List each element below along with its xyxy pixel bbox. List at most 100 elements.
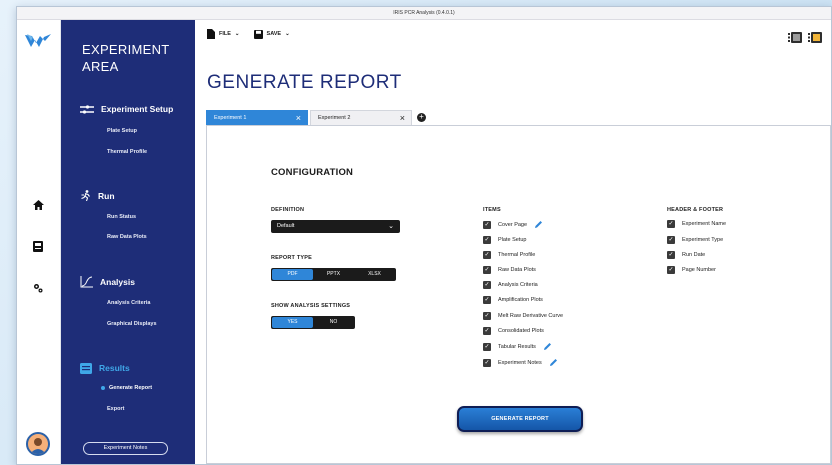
- app-logo-icon: [25, 34, 51, 47]
- toolbar: FILE ⌄ SAVE ⌄: [207, 29, 290, 39]
- plate-highlight-icon[interactable]: [808, 31, 823, 44]
- item-label: Melt Raw Derivative Curve: [498, 313, 564, 319]
- sidebar-section-label: Results: [99, 363, 130, 373]
- home-icon[interactable]: [30, 197, 46, 213]
- checkbox-checked[interactable]: ✓: [667, 220, 675, 228]
- item-label: Amplification Plots: [498, 297, 543, 303]
- sidebar-item-plate-setup[interactable]: Plate Setup: [107, 128, 137, 134]
- report-type-pdf[interactable]: PDF: [272, 269, 313, 280]
- report-type-selector: PDF PPTX XLSX: [271, 268, 396, 281]
- item-label: Thermal Profile: [498, 252, 536, 258]
- sidebar-section-label: Experiment Setup: [101, 104, 174, 114]
- checkbox-checked[interactable]: ✓: [667, 266, 675, 274]
- show-settings-yes[interactable]: YES: [272, 317, 313, 328]
- report-type-xlsx[interactable]: XLSX: [354, 269, 395, 280]
- avatar[interactable]: [26, 432, 50, 456]
- checkbox-checked[interactable]: ✓: [483, 327, 491, 335]
- sidebar-item-analysis-criteria[interactable]: Analysis Criteria: [107, 300, 150, 306]
- plate-view-icon[interactable]: [788, 31, 803, 44]
- item-tabular-results[interactable]: ✓ Tabular Results: [483, 342, 552, 351]
- add-tab-icon[interactable]: +: [417, 113, 426, 122]
- tab-experiment-1[interactable]: Experiment 1 ×: [206, 110, 308, 125]
- item-melt-raw-derivative-curve[interactable]: ✓ Melt Raw Derivative Curve: [483, 312, 563, 320]
- header-footer-label: HEADER & FOOTER: [667, 207, 724, 213]
- sidebar-item-export[interactable]: Export: [107, 406, 124, 412]
- checkbox-checked[interactable]: ✓: [483, 281, 491, 289]
- chevron-down-icon: ⌄: [388, 223, 394, 230]
- close-icon[interactable]: ×: [296, 111, 301, 126]
- close-icon[interactable]: ×: [400, 111, 405, 126]
- report-type-pptx[interactable]: PPTX: [313, 269, 354, 280]
- checkbox-checked[interactable]: ✓: [483, 342, 491, 351]
- run-icon: [81, 190, 90, 201]
- report-type-label: REPORT TYPE: [271, 255, 313, 261]
- pencil-icon[interactable]: [549, 358, 558, 367]
- experiment-sidebar: EXPERIMENT AREA Experiment Setup Plate S…: [61, 20, 195, 464]
- item-plate-setup[interactable]: ✓ Plate Setup: [483, 236, 526, 244]
- item-label: Tabular Results: [498, 343, 536, 350]
- tab-experiment-2[interactable]: Experiment 2 ×: [310, 110, 412, 125]
- file-menu[interactable]: FILE ⌄: [207, 29, 240, 39]
- show-analysis-settings-label: SHOW ANALYSIS SETTINGS: [271, 303, 351, 309]
- hf-experiment-type[interactable]: ✓ Experiment Type: [667, 236, 723, 244]
- item-analysis-criteria[interactable]: ✓ Analysis Criteria: [483, 281, 538, 289]
- sidebar-item-run-status[interactable]: Run Status: [107, 214, 136, 220]
- checkbox-checked[interactable]: ✓: [483, 266, 491, 274]
- sidebar-section-experiment-setup[interactable]: Experiment Setup: [80, 104, 173, 114]
- save-icon: [253, 29, 263, 39]
- item-label: Run Date: [682, 252, 706, 258]
- hf-page-number[interactable]: ✓ Page Number: [667, 266, 716, 274]
- checkbox-checked[interactable]: ✓: [483, 312, 491, 320]
- item-label: Experiment Type: [682, 237, 724, 243]
- sidebar-section-label: Analysis: [100, 277, 135, 287]
- checkbox-checked[interactable]: ✓: [483, 251, 491, 259]
- app-window: IRIS PCR Analysis (0.4.0.1) EXPERIMENT A…: [16, 6, 832, 465]
- icon-rail: [17, 20, 61, 464]
- sidebar-title: EXPERIMENT AREA: [82, 41, 170, 75]
- sidebar-item-thermal-profile[interactable]: Thermal Profile: [107, 149, 147, 155]
- checkbox-checked[interactable]: ✓: [667, 236, 675, 244]
- item-amplification-plots[interactable]: ✓ Amplification Plots: [483, 296, 543, 304]
- checkbox-checked[interactable]: ✓: [483, 358, 491, 367]
- definition-label: DEFINITION: [271, 207, 305, 213]
- checkbox-checked[interactable]: ✓: [483, 220, 491, 229]
- save-label: SAVE: [266, 31, 282, 37]
- pencil-icon[interactable]: [543, 342, 552, 351]
- item-experiment-notes[interactable]: ✓ Experiment Notes: [483, 358, 558, 367]
- page-title: GENERATE REPORT: [207, 72, 402, 93]
- item-label: Raw Data Plots: [498, 267, 536, 273]
- sidebar-section-results[interactable]: Results: [80, 362, 130, 374]
- hf-run-date[interactable]: ✓ Run Date: [667, 251, 705, 259]
- main-content: FILE ⌄ SAVE ⌄ GENERATE REPORT Experiment…: [195, 20, 831, 464]
- sidebar-item-raw-data-plots[interactable]: Raw Data Plots: [107, 234, 147, 240]
- generate-report-button[interactable]: GENERATE REPORT: [457, 406, 583, 432]
- results-icon: [80, 363, 92, 374]
- file-icon: [207, 29, 215, 39]
- sidebar-section-analysis[interactable]: Analysis: [80, 276, 135, 288]
- checkbox-checked[interactable]: ✓: [483, 236, 491, 244]
- settings-icon[interactable]: [30, 280, 46, 296]
- item-consolidated-plots[interactable]: ✓ Consolidated Plots: [483, 327, 544, 335]
- hf-experiment-name[interactable]: ✓ Experiment Name: [667, 220, 726, 228]
- sidebar-section-label: Run: [98, 190, 115, 201]
- item-raw-data-plots[interactable]: ✓ Raw Data Plots: [483, 266, 536, 274]
- chevron-down-icon: ⌄: [285, 31, 290, 37]
- file-label: FILE: [219, 31, 231, 37]
- sidebar-section-run[interactable]: Run: [80, 190, 115, 201]
- checkbox-checked[interactable]: ✓: [483, 296, 491, 304]
- chevron-down-icon: ⌄: [234, 31, 240, 37]
- pencil-icon[interactable]: [534, 220, 543, 229]
- item-label: Experiment Notes: [498, 359, 542, 366]
- device-icon[interactable]: [30, 238, 46, 254]
- setup-icon: [80, 104, 94, 114]
- show-settings-no[interactable]: NO: [313, 317, 354, 328]
- sidebar-item-generate-report[interactable]: Generate Report: [101, 385, 152, 391]
- checkbox-checked[interactable]: ✓: [667, 251, 675, 259]
- sidebar-item-graphical-displays[interactable]: Graphical Displays: [107, 321, 157, 327]
- save-menu[interactable]: SAVE ⌄: [253, 29, 290, 39]
- item-cover-page[interactable]: ✓ Cover Page: [483, 220, 543, 229]
- active-dot: [101, 385, 105, 390]
- item-thermal-profile[interactable]: ✓ Thermal Profile: [483, 251, 535, 259]
- definition-dropdown[interactable]: Default ⌄: [271, 220, 400, 233]
- experiment-notes-button[interactable]: Experiment Notes: [83, 442, 168, 455]
